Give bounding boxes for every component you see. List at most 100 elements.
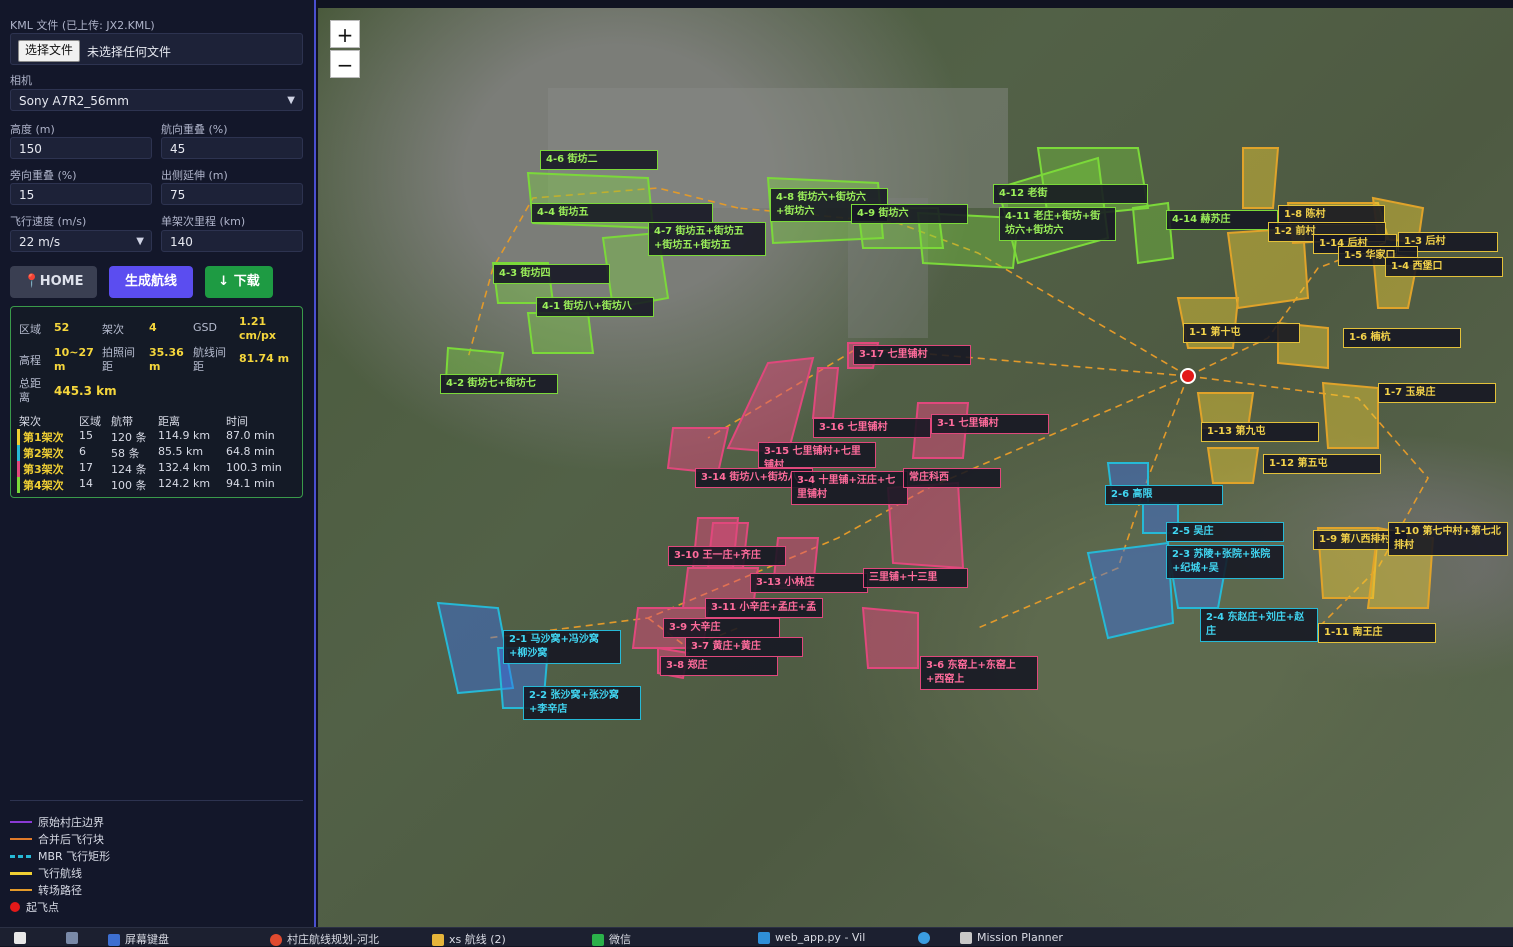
- zone-label[interactable]: 2-1 马沙窝+冯沙窝+柳沙窝: [503, 630, 621, 664]
- vscode-icon: [758, 932, 770, 944]
- zone-label[interactable]: 3-9 大辛庄: [663, 618, 780, 638]
- zone-label[interactable]: 3-7 黄庄+黄庄: [685, 637, 803, 657]
- zone-label[interactable]: 4-9 街坊六: [851, 204, 968, 224]
- zone-label[interactable]: 3-10 王一庄+齐庄: [668, 546, 786, 566]
- side-overlap-label: 旁向重叠 (%): [10, 169, 77, 182]
- red-dot-icon: [10, 902, 20, 912]
- zone-label[interactable]: 2-6 高限: [1105, 485, 1223, 505]
- taskbar-label: 屏幕键盘: [125, 933, 169, 946]
- zone-label[interactable]: 4-14 赫苏庄: [1166, 210, 1278, 230]
- legend-label: MBR 飞行矩形: [38, 850, 111, 863]
- sortie-distance: 124.2 km: [158, 477, 211, 490]
- zone-label[interactable]: 1-12 第五屯: [1263, 454, 1381, 474]
- col-header: 架次: [19, 415, 41, 428]
- zone-label[interactable]: 3-8 郑庄: [660, 656, 778, 676]
- sortie-time: 100.3 min: [226, 461, 282, 474]
- sortie-name: 第4架次: [17, 477, 64, 493]
- taskbar-label: 微信: [609, 933, 631, 946]
- orange-line-swatch: [10, 838, 32, 840]
- kml-file-input[interactable]: 选择文件 未选择任何文件: [10, 33, 303, 65]
- total-distance-value: 445.3 km: [54, 384, 117, 398]
- taskbar-item[interactable]: web_app.py - Vil: [758, 931, 865, 944]
- zoom-in-button[interactable]: +: [330, 20, 360, 48]
- home-button-label: HOME: [39, 274, 84, 289]
- zone-label[interactable]: 4-6 街坊二: [540, 150, 658, 170]
- taskbar-label: web_app.py - Vil: [775, 931, 866, 944]
- choose-file-button[interactable]: 选择文件: [18, 40, 81, 62]
- sortie-time: 94.1 min: [226, 477, 275, 490]
- zoom-out-button[interactable]: −: [330, 50, 360, 78]
- download-button[interactable]: ↓ 下载: [205, 266, 273, 298]
- zone-label[interactable]: 三里铺+十三里: [863, 568, 968, 588]
- zone-label[interactable]: 1-7 玉泉庄: [1378, 383, 1496, 403]
- wechat-icon: [592, 934, 604, 946]
- legend-label: 飞行航线: [38, 867, 82, 880]
- extension-input[interactable]: 75: [161, 183, 303, 205]
- legend-label: 转场路径: [38, 884, 82, 897]
- altitude-input[interactable]: 150: [10, 137, 152, 159]
- zone-label[interactable]: 4-1 街坊八+街坊八: [536, 297, 654, 317]
- zone-label[interactable]: 2-5 吴庄: [1166, 522, 1284, 542]
- sortie-strips: 120 条: [111, 431, 147, 444]
- zone-label[interactable]: 3-11 小辛庄+孟庄+孟: [705, 598, 823, 618]
- zone-label[interactable]: 1-6 楠杭: [1343, 328, 1461, 348]
- sidebar: KML 文件 (已上传: JX2.KML) 选择文件 未选择任何文件 相机 So…: [0, 0, 316, 927]
- legend-label: 原始村庄边界: [38, 816, 104, 829]
- calculator-icon[interactable]: [66, 931, 83, 944]
- zone-label[interactable]: 3-15 七里铺村+七里铺村: [758, 442, 876, 468]
- range-input[interactable]: 140: [161, 230, 303, 252]
- legend-item: 起飞点: [10, 899, 59, 915]
- keyboard-icon: [108, 934, 120, 946]
- zone-label[interactable]: 4-4 街坊五: [531, 203, 713, 223]
- col-header: 区域: [79, 415, 101, 428]
- home-button[interactable]: 📍HOME: [10, 266, 97, 298]
- range-label: 单架次里程 (km): [161, 215, 246, 228]
- taskbar-item[interactable]: [918, 931, 935, 944]
- zone-label[interactable]: 2-3 苏陵+张院+张院+纪城+吴: [1166, 545, 1284, 579]
- legend-item: 转场路径: [10, 882, 82, 898]
- zone-label[interactable]: 4-12 老街: [993, 184, 1148, 204]
- taskbar-label: 村庄航线规划-河北: [287, 933, 379, 946]
- sortie-distance: 114.9 km: [158, 429, 211, 442]
- sortie-zones: 14: [79, 477, 93, 490]
- sortie-name: 第1架次: [17, 429, 64, 445]
- sortie-time: 64.8 min: [226, 445, 275, 458]
- generate-route-button[interactable]: 生成航线: [109, 266, 193, 298]
- zone-label[interactable]: 4-2 街坊七+街坊七: [440, 374, 558, 394]
- side-overlap-input[interactable]: 15: [10, 183, 152, 205]
- photo-interval-label: 拍照间距: [102, 346, 135, 373]
- map-view[interactable]: + − 4-6 街坊二 4-4 街坊五 4-7 街坊五+街坊五+街坊五+街坊五 …: [318, 8, 1513, 927]
- zone-label[interactable]: 2-4 东赵庄+刘庄+赵庄: [1200, 608, 1318, 642]
- taskbar-item[interactable]: Mission Planner: [960, 931, 1063, 944]
- windows-start-icon[interactable]: [14, 931, 31, 944]
- zone-label[interactable]: 3-16 七里铺村: [813, 418, 931, 438]
- altitude-label: 高度 (m): [10, 123, 55, 136]
- zone-label[interactable]: 3-6 东窑上+东窑上+西窑上: [920, 656, 1038, 690]
- zone-label[interactable]: 3-17 七里铺村: [853, 345, 971, 365]
- speed-label: 飞行速度 (m/s): [10, 215, 87, 228]
- zone-label[interactable]: 3-4 十里铺+汪庄+七里铺村: [791, 471, 908, 505]
- app-window: KML 文件 (已上传: JX2.KML) 选择文件 未选择任何文件 相机 So…: [0, 0, 1513, 927]
- speed-select[interactable]: 22 m/s ▼: [10, 230, 152, 252]
- zone-label[interactable]: 1-11 南王庄: [1318, 623, 1436, 643]
- sortie-distance: 85.5 km: [158, 445, 204, 458]
- orange-path-swatch: [10, 889, 32, 891]
- zone-label[interactable]: 1-1 第十屯: [1183, 323, 1300, 343]
- zone-label[interactable]: 3-13 小林庄: [750, 573, 868, 593]
- zone-label[interactable]: 4-3 街坊四: [493, 264, 610, 284]
- cyan-dashed-swatch: [10, 855, 32, 858]
- zone-label[interactable]: 1-13 第九屯: [1201, 422, 1319, 442]
- zone-label[interactable]: 3-1 七里铺村: [931, 414, 1049, 434]
- zone-label[interactable]: 2-2 张沙窝+张沙窝+李辛店: [523, 686, 641, 720]
- zone-label[interactable]: 4-11 老庄+街坊+街坊六+街坊六: [999, 207, 1116, 241]
- zone-label[interactable]: 1-4 西堡口: [1385, 257, 1503, 277]
- forward-overlap-input[interactable]: 45: [161, 137, 303, 159]
- zone-label[interactable]: 常庄科西: [903, 468, 1001, 488]
- camera-select[interactable]: Sony A7R2_56mm ▼: [10, 89, 303, 111]
- sortie-distance: 132.4 km: [158, 461, 211, 474]
- forward-overlap-label: 航向重叠 (%): [161, 123, 228, 136]
- legend-item: MBR 飞行矩形: [10, 848, 110, 864]
- zone-label[interactable]: 4-7 街坊五+街坊五+街坊五+街坊五: [648, 222, 766, 256]
- takeoff-point-icon[interactable]: [1180, 368, 1196, 384]
- zone-label[interactable]: 1-10 第七中村+第七北排村: [1388, 522, 1508, 556]
